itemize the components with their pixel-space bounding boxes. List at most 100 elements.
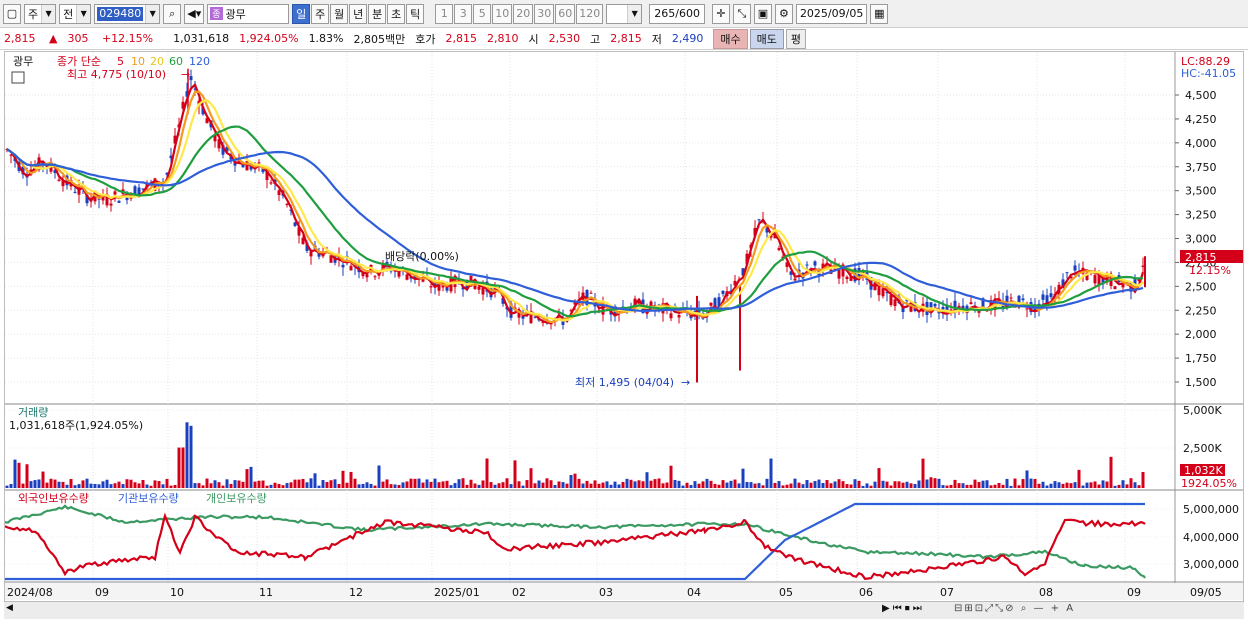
volume-bar — [525, 480, 529, 488]
volume-bar — [217, 482, 221, 488]
volume-bar — [1101, 480, 1105, 488]
volume-bar — [981, 480, 985, 488]
interval-button[interactable]: 60 — [555, 3, 576, 24]
volume-bar — [953, 479, 957, 488]
volume-bar — [845, 484, 849, 488]
search-icon[interactable]: ⌕ — [163, 3, 182, 24]
interval-button[interactable]: 10 — [492, 3, 513, 24]
window-icon[interactable]: ▢ — [3, 3, 21, 24]
panel-toggle-icon[interactable] — [11, 71, 25, 84]
chevron-down-icon[interactable]: ▼ — [76, 4, 91, 23]
volume-bar — [777, 481, 781, 488]
volume-bar — [469, 479, 473, 488]
time-tick-label: 07 — [940, 586, 954, 599]
volume-bar — [561, 482, 565, 488]
date-field[interactable]: 2025/09/05 — [795, 3, 868, 24]
volume-bar — [737, 483, 741, 488]
interval-button[interactable]: 20 — [513, 3, 534, 24]
time-tick-label: 03 — [599, 586, 613, 599]
period-select[interactable]: 주 ▼ — [24, 3, 57, 24]
volume-bar — [149, 485, 153, 488]
save-icon[interactable]: ▣ — [753, 3, 772, 24]
volume-bar — [733, 479, 737, 488]
volume-bar — [213, 480, 217, 488]
volume-bar — [113, 483, 117, 488]
volume-bar — [345, 482, 349, 488]
volume-bar — [917, 480, 921, 488]
candle-body — [1025, 308, 1029, 310]
volume-bar — [793, 478, 797, 488]
interval-select[interactable]: ▼ — [606, 3, 643, 24]
ma120-legend: 120 — [189, 55, 210, 68]
time-tick-label: 2025/01 — [434, 586, 480, 599]
interval-button[interactable]: 30 — [534, 3, 555, 24]
chevron-down-icon[interactable]: ▼ — [145, 4, 160, 23]
volume-bar — [501, 482, 505, 488]
interval-button[interactable]: 120 — [576, 3, 604, 24]
volume-bar — [41, 471, 45, 488]
timeframe-tab[interactable]: 틱 — [406, 3, 425, 24]
volume-bar — [573, 473, 577, 488]
bid-label: 호가 — [415, 32, 436, 46]
volume-bar — [329, 480, 333, 488]
time-tick-label: 09/05 — [1190, 586, 1222, 599]
gear-icon[interactable]: ⚙ — [774, 3, 793, 24]
volume-bar — [1061, 483, 1065, 488]
sell-button[interactable]: 매도 — [749, 28, 784, 49]
volume-bar — [1137, 485, 1141, 488]
volume-bar — [405, 481, 409, 488]
volume-bar — [797, 482, 801, 488]
volume-bar — [289, 482, 293, 488]
institution-holdings-line — [5, 502, 1145, 581]
volume-bar — [333, 479, 337, 488]
scroll-left-icon[interactable]: ◀ — [6, 603, 13, 613]
stock-chart[interactable]: →→ 광무 종가 단순 5 10 20 60 120 최고 4,775 (10/… — [4, 52, 1243, 600]
price-axis: 4,5004,2504,0003,7503,5003,2503,0002,750… — [1175, 89, 1217, 389]
prev-select[interactable]: 전 ▼ — [59, 3, 92, 24]
timeframe-tab[interactable]: 월 — [330, 3, 349, 24]
candle-body — [1041, 294, 1045, 300]
timeframe-tab[interactable]: 년 — [349, 3, 368, 24]
holdings-tick-label: 3,000,000 — [1183, 558, 1239, 571]
chevron-down-icon[interactable]: ▼ — [627, 4, 642, 23]
candle-body — [969, 302, 973, 305]
volume-bar — [781, 485, 785, 488]
interval-button[interactable]: 5 — [473, 3, 492, 24]
stock-name-field[interactable]: 종 광무 — [207, 3, 290, 24]
candle-body — [269, 182, 273, 184]
sound-icon[interactable]: ◀▾ — [184, 3, 205, 24]
volume-bar — [481, 480, 485, 488]
interval-button[interactable]: 3 — [454, 3, 473, 24]
zoom-tools-icon[interactable]: ⊟⊞⊡⤢⤡⊘ ⌕ — + A — [954, 603, 1075, 614]
crosshair-icon[interactable]: ✛ — [711, 3, 730, 24]
chart-scrollbar[interactable]: ◀ ▶⏮⏹⏭ ⊟⊞⊡⤢⤡⊘ ⌕ — + A — [4, 601, 1244, 619]
price-tick-label: 4,250 — [1185, 113, 1217, 126]
chart-container[interactable]: → → 광무 종가 단순 5 10 20 60 120 최고 4,775 (10/… — [4, 51, 1244, 617]
timeframe-tab[interactable]: 초 — [387, 3, 406, 24]
volume-bar — [105, 479, 109, 488]
stock-code-input[interactable]: 029480 ▼ — [94, 3, 161, 24]
buy-button[interactable]: 매수 — [713, 28, 748, 49]
volume-bar — [449, 485, 453, 488]
playback-controls-icon[interactable]: ▶⏮⏹⏭ — [882, 603, 925, 614]
volume-tag: 1,032K — [1184, 464, 1223, 477]
volume-bar — [985, 480, 989, 488]
timeframe-tab[interactable]: 주 — [311, 3, 330, 24]
interval-button[interactable]: 1 — [435, 3, 454, 24]
volume-bar — [21, 483, 25, 488]
candle-body — [1065, 272, 1069, 274]
calendar-icon[interactable]: ▦ — [870, 3, 889, 24]
volume-bar — [1057, 482, 1061, 488]
timeframe-tab[interactable]: 일 — [292, 3, 311, 24]
time-tick-label: 02 — [512, 586, 526, 599]
ask-price: 2,815 — [445, 32, 478, 45]
candle-body — [257, 162, 261, 164]
volume-bar — [177, 447, 181, 488]
draw-tool-icon[interactable]: ⤡ — [732, 3, 751, 24]
candle-body — [889, 295, 893, 306]
chevron-down-icon[interactable]: ▼ — [41, 4, 56, 23]
time-axis-bg — [5, 583, 1243, 600]
page-count-field[interactable]: 265/600 — [649, 3, 705, 24]
evaluate-button[interactable]: 평 — [785, 28, 806, 49]
timeframe-tab[interactable]: 분 — [368, 3, 387, 24]
